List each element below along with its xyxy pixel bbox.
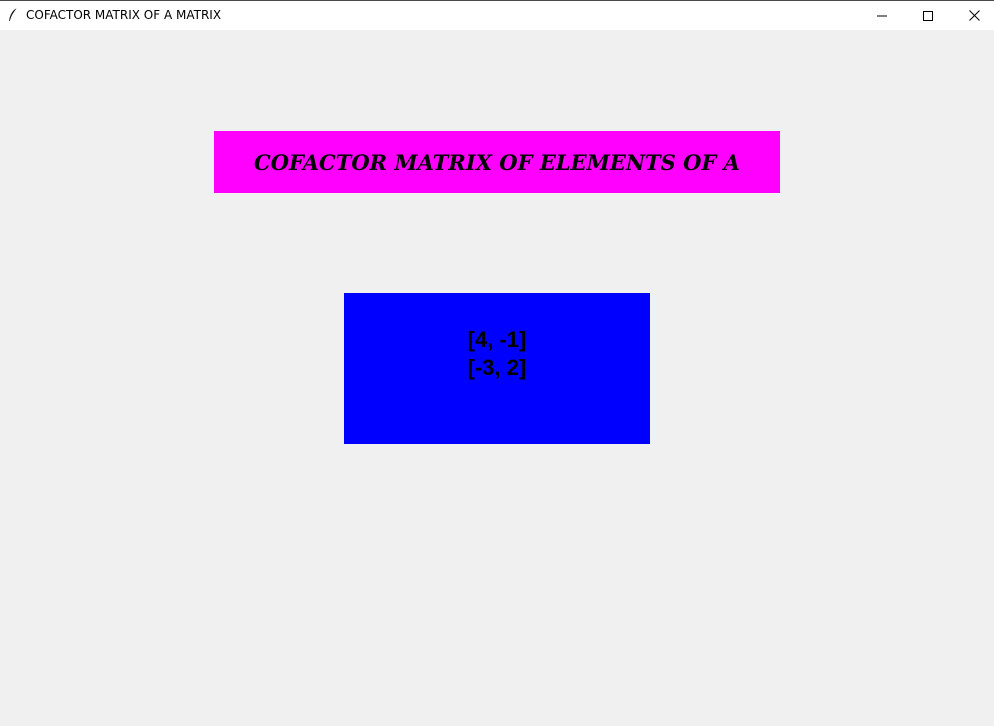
close-button[interactable] [951,1,994,30]
header-title: COFACTOR MATRIX OF ELEMENTS OF A [254,149,740,175]
close-icon [968,10,980,21]
app-window: COFACTOR MATRIX OF A MATRIX COFACTOR MAT… [0,0,994,726]
matrix-row-1: [4, -1] [467,327,527,352]
minimize-button[interactable] [859,1,905,30]
title-bar[interactable]: COFACTOR MATRIX OF A MATRIX [0,0,994,30]
matrix-row-2: [-3, 2] [467,355,527,380]
window-title: COFACTOR MATRIX OF A MATRIX [26,8,222,22]
maximize-icon [923,10,933,21]
feather-icon [9,7,18,22]
header-label: COFACTOR MATRIX OF ELEMENTS OF A [214,131,780,193]
maximize-button[interactable] [905,1,951,30]
matrix-display: [4, -1] [-3, 2] [344,293,650,444]
minimize-icon [877,15,887,16]
matrix-rows: [4, -1] [-3, 2] [344,326,650,382]
